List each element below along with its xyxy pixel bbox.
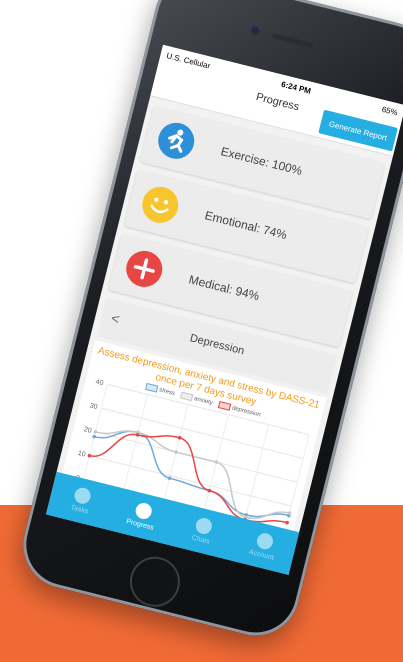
tab-label-account: Account bbox=[248, 548, 275, 562]
chat-bubble-icon bbox=[194, 516, 214, 536]
data-point-depression bbox=[285, 520, 289, 525]
app-screen: U.S. Cellular 6:24 PM 65% Progress Gener… bbox=[45, 44, 403, 575]
data-point-depression bbox=[87, 453, 92, 458]
data-point-depression bbox=[207, 488, 212, 493]
data-point-anxiety bbox=[214, 460, 219, 464]
earpiece-speaker bbox=[271, 33, 314, 49]
gridline-x bbox=[123, 394, 149, 490]
plus-icon bbox=[122, 247, 167, 291]
tab-label-progress: Progress bbox=[125, 518, 155, 532]
pie-chart-icon bbox=[133, 501, 154, 521]
card-label-exercise: Exercise: 100% bbox=[219, 144, 304, 178]
smiley-icon bbox=[138, 183, 183, 227]
data-point-stress bbox=[92, 434, 96, 439]
y-tick-label: 30 bbox=[89, 402, 98, 411]
card-label-medical: Medical: 94% bbox=[187, 272, 261, 304]
card-label-emotional: Emotional: 74% bbox=[203, 208, 289, 243]
runner-icon bbox=[154, 119, 199, 163]
data-point-stress bbox=[167, 476, 172, 481]
y-tick-label: 10 bbox=[77, 450, 86, 459]
checkmark-icon bbox=[73, 486, 93, 506]
tab-label-tasks: Tasks bbox=[69, 504, 89, 516]
gridline-x bbox=[244, 424, 270, 520]
tab-label-chats: Chats bbox=[190, 534, 211, 546]
home-button[interactable] bbox=[124, 551, 186, 613]
data-point-anxiety bbox=[174, 450, 178, 454]
phone-frame: U.S. Cellular 6:24 PM 65% Progress Gener… bbox=[13, 0, 403, 645]
y-tick-label: 40 bbox=[95, 379, 104, 388]
person-icon bbox=[255, 531, 275, 551]
battery-label: 65% bbox=[380, 104, 399, 117]
phone-mockup: U.S. Cellular 6:24 PM 65% Progress Gener… bbox=[0, 0, 403, 662]
front-camera bbox=[250, 25, 261, 36]
y-tick-label: 20 bbox=[83, 426, 92, 435]
data-point-depression bbox=[177, 435, 182, 440]
data-point-anxiety bbox=[93, 430, 98, 434]
